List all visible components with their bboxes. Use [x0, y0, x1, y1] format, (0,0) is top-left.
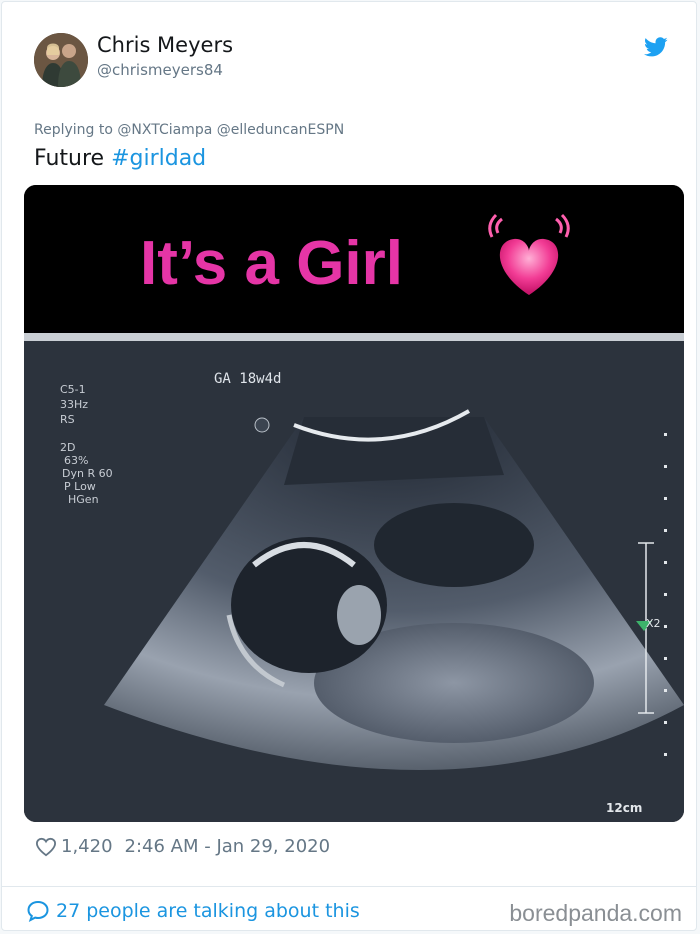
author-handle[interactable]: @chrismeyers84: [97, 61, 223, 79]
probe-info-line: C5-1: [60, 383, 86, 396]
probe-info-line: Dyn R 60: [62, 467, 113, 480]
author-name[interactable]: Chris Meyers: [97, 33, 233, 57]
probe-info-line: 33Hz: [60, 398, 88, 411]
probe-info-line: RS: [60, 413, 75, 426]
probe-info-line: P Low: [64, 480, 96, 493]
tweet-timestamp[interactable]: 2:46 AM - Jan 29, 2020: [125, 836, 331, 857]
tweet-media-image[interactable]: It’s a Girl GA 18w4d C5-1 33Hz RS 2D 63%…: [24, 185, 684, 822]
probe-info-line: 2D: [60, 441, 75, 454]
tweet-text: Future #girldad: [34, 146, 206, 171]
like-button[interactable]: 1,420: [35, 836, 113, 857]
marker-label: X2: [646, 617, 661, 630]
conversation-text: 27 people are talking about this: [56, 900, 360, 922]
gestational-age-label: GA 18w4d: [214, 371, 281, 387]
probe-info-line: 63%: [64, 454, 88, 467]
tweet-body: Future: [34, 146, 105, 171]
heart-icon: [35, 837, 57, 856]
hashtag-link[interactable]: #girldad: [111, 146, 206, 171]
like-count: 1,420: [61, 836, 113, 857]
avatar[interactable]: [34, 33, 88, 87]
conversation-link[interactable]: 27 people are talking about this: [26, 899, 360, 923]
twitter-bird-icon[interactable]: [643, 35, 669, 59]
reply-prefix: Replying to: [34, 122, 113, 138]
depth-label: 12cm: [606, 801, 642, 815]
speech-bubble-icon: [27, 900, 49, 922]
tweet-card: Chris Meyers @chrismeyers84 Replying to …: [1, 1, 697, 931]
probe-info-line: HGen: [68, 493, 99, 506]
banner-text: It’s a Girl: [140, 229, 403, 298]
divider: [2, 886, 696, 887]
reply-context: Replying to @NXTCiampa @elleduncanESPN: [34, 122, 344, 138]
engagement-row: 1,420 2:46 AM - Jan 29, 2020: [35, 836, 330, 857]
brand-watermark: boredpanda.com: [509, 900, 682, 926]
reply-mentions[interactable]: @NXTCiampa @elleduncanESPN: [117, 122, 344, 138]
